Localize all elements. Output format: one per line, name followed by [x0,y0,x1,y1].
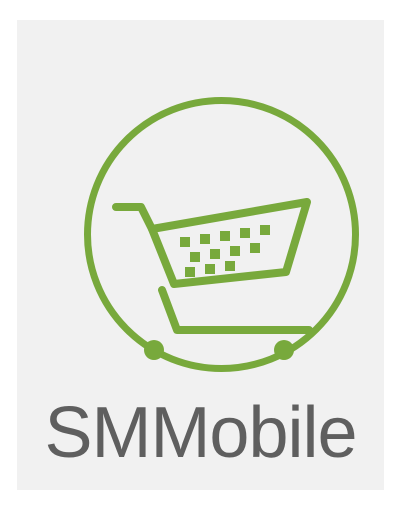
app-launcher-tile[interactable]: SMMobile [17,20,384,490]
shopping-cart-icon[interactable] [79,92,364,377]
app-label[interactable]: SMMobile [17,385,384,481]
